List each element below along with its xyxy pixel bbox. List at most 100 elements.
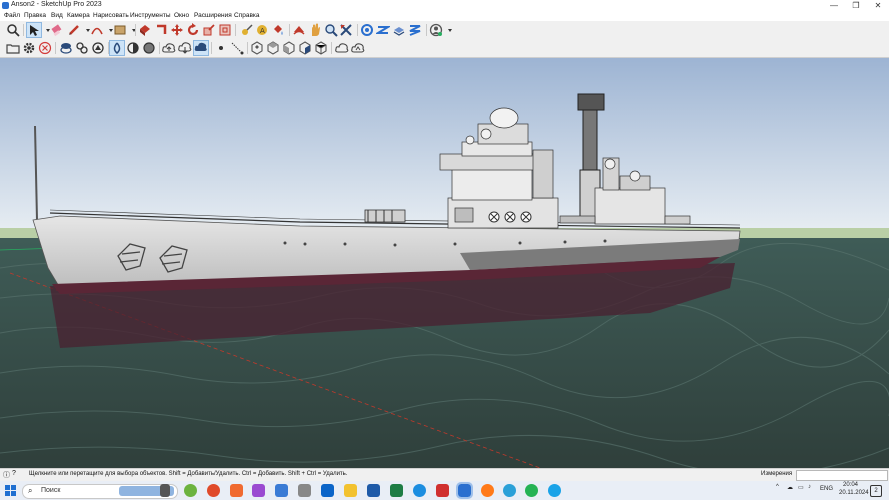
pencil-icon[interactable] (67, 23, 81, 37)
extension-manager-icon[interactable] (408, 23, 422, 37)
cloud-upload-icon[interactable] (162, 41, 176, 55)
dot-icon[interactable] (214, 41, 228, 55)
chevron-down-icon[interactable] (104, 23, 113, 37)
tags-icon[interactable] (75, 41, 89, 55)
tray-cloud-icon[interactable]: ☁ (787, 484, 793, 491)
windows-start-icon[interactable] (5, 485, 16, 496)
paint-bucket-icon[interactable] (271, 23, 285, 37)
open-folder-icon[interactable] (6, 41, 20, 55)
layers-icon[interactable] (59, 41, 73, 55)
taskbar-search-input[interactable]: ⌕ Поиск (22, 484, 178, 499)
chevron-down-icon[interactable] (41, 23, 50, 37)
style-shaded-icon[interactable] (142, 41, 156, 55)
info-icon[interactable]: ⓘ (3, 470, 10, 480)
file-explorer-icon[interactable] (344, 484, 357, 497)
clock-date[interactable]: 20.11.2024 (839, 490, 869, 496)
menu-file[interactable]: Файл (4, 12, 20, 19)
outlook-icon[interactable] (321, 484, 334, 497)
arc-icon[interactable] (90, 23, 104, 37)
tray-chevron-icon[interactable]: ^ (776, 484, 779, 490)
gear-icon[interactable] (22, 41, 36, 55)
text-label-icon[interactable]: A (255, 23, 269, 37)
cloud-download-icon[interactable] (178, 41, 192, 55)
word-icon[interactable] (367, 484, 380, 497)
eraser-icon[interactable] (50, 23, 64, 37)
cloud-sync-icon[interactable] (193, 40, 209, 56)
3d-warehouse-icon[interactable] (360, 23, 374, 37)
close-button[interactable]: ✕ (867, 0, 889, 11)
excel-icon[interactable] (390, 484, 403, 497)
app-icon-red[interactable] (436, 484, 449, 497)
search-icon[interactable] (6, 23, 20, 37)
cloud-icon[interactable] (335, 41, 349, 55)
toolbar-separator (159, 42, 160, 54)
sketchup-taskbar-icon[interactable] (456, 482, 473, 499)
orbit-icon[interactable] (292, 23, 306, 37)
zoom-extents-icon[interactable] (339, 23, 353, 37)
style-backedges-icon[interactable] (126, 41, 140, 55)
rotate-icon[interactable] (186, 23, 200, 37)
model-viewport[interactable] (0, 58, 889, 468)
rectangle-icon[interactable] (113, 23, 127, 37)
close-icon[interactable] (38, 41, 52, 55)
view-back-icon[interactable] (314, 41, 328, 55)
app-icon-gray[interactable] (298, 484, 311, 497)
tray-volume-icon[interactable]: ♪ (808, 484, 811, 490)
menu-window[interactable]: Окно (174, 12, 189, 19)
extension-warehouse-icon[interactable] (376, 23, 390, 37)
chrome-icon[interactable] (207, 484, 220, 497)
view-top-icon[interactable] (266, 41, 280, 55)
menu-tools[interactable]: Инструменты (130, 12, 171, 19)
toolbar-separator (108, 42, 109, 54)
move-icon[interactable] (170, 23, 184, 37)
account-icon[interactable] (429, 23, 443, 37)
menu-draw[interactable]: Нарисовать (93, 12, 129, 19)
task-view-icon[interactable] (160, 484, 170, 497)
clock-time[interactable]: 20:04 (843, 482, 858, 488)
menu-view[interactable]: Вид (51, 12, 63, 19)
zoom-icon[interactable] (324, 23, 338, 37)
view-iso-icon[interactable] (250, 41, 264, 55)
whatsapp-icon[interactable] (525, 484, 538, 497)
tape-measure-icon[interactable] (240, 23, 254, 37)
brave-icon[interactable] (230, 484, 243, 497)
menu-extensions[interactable]: Расширения (194, 12, 232, 19)
edge-icon[interactable] (413, 484, 426, 497)
firefox-icon[interactable] (481, 484, 494, 497)
style-xray-icon[interactable] (109, 40, 125, 56)
follow-me-icon[interactable] (154, 23, 168, 37)
skype-icon[interactable] (548, 484, 561, 497)
dimension-line-icon[interactable] (230, 41, 244, 55)
telegram-icon[interactable] (503, 484, 516, 497)
menu-help[interactable]: Справка (234, 12, 260, 19)
toolbar-separator (211, 42, 212, 54)
cloud-share-icon[interactable] (351, 41, 365, 55)
app-icon-green[interactable] (184, 484, 197, 497)
chevron-down-icon[interactable] (81, 23, 90, 37)
layout-icon[interactable] (392, 23, 406, 37)
sketchup-app-icon (2, 2, 9, 9)
chevron-down-icon[interactable] (443, 23, 452, 37)
push-pull-icon[interactable] (138, 23, 152, 37)
app-icon-purple[interactable] (252, 484, 265, 497)
maximize-button[interactable]: ❐ (845, 0, 867, 11)
offset-icon[interactable] (218, 23, 232, 37)
language-indicator[interactable]: ENG (820, 486, 833, 492)
secondary-toolbar (0, 39, 889, 58)
pan-icon[interactable] (308, 23, 322, 37)
select-tool-icon[interactable] (26, 22, 42, 38)
view-right-icon[interactable] (298, 41, 312, 55)
scenes-icon[interactable] (91, 41, 105, 55)
app-icon-blue[interactable] (275, 484, 288, 497)
notification-center-icon[interactable]: 2 (870, 485, 882, 497)
measurements-input[interactable] (796, 470, 888, 481)
chevron-down-icon[interactable] (127, 23, 136, 37)
tray-battery-icon[interactable]: ▭ (798, 484, 804, 491)
toolbar-separator (331, 42, 332, 54)
view-front-icon[interactable] (282, 41, 296, 55)
help-icon[interactable]: ? (12, 470, 16, 477)
menu-edit[interactable]: Правка (24, 12, 46, 19)
scale-icon[interactable] (202, 23, 216, 37)
minimize-button[interactable]: — (823, 0, 845, 11)
menu-camera[interactable]: Камера (67, 12, 90, 19)
